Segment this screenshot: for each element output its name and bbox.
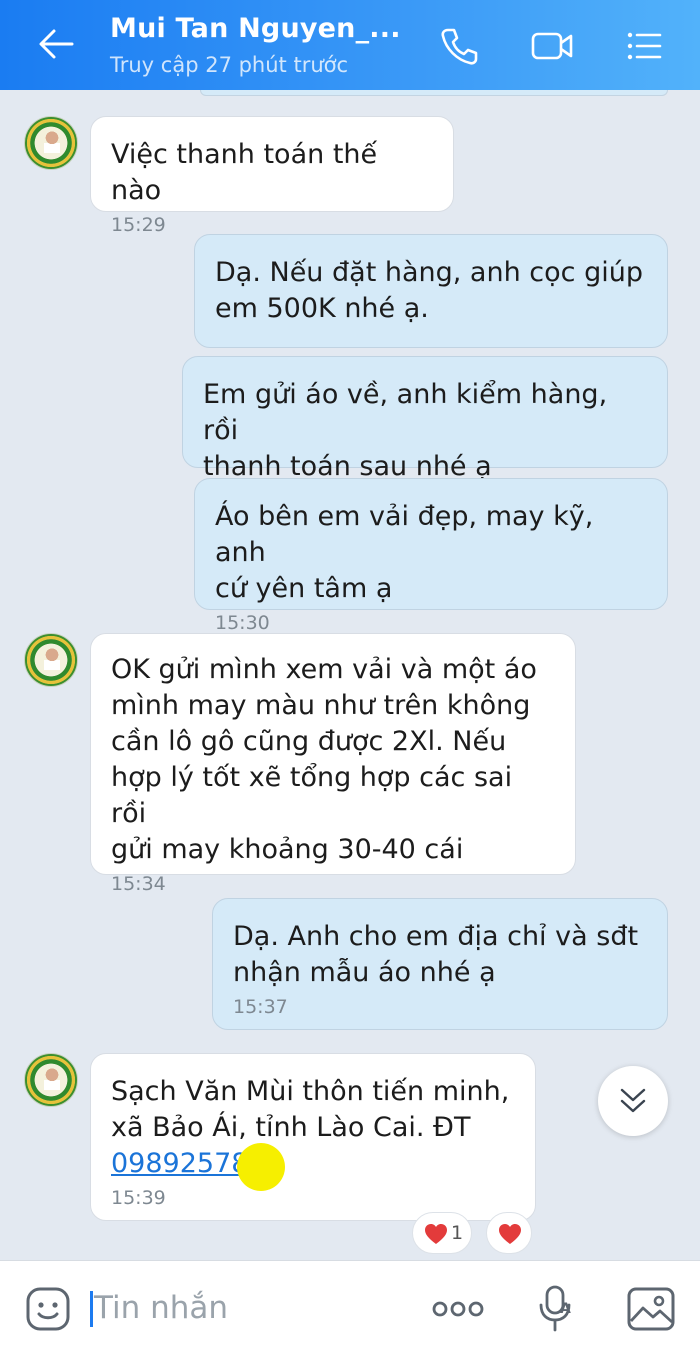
contact-avatar[interactable] (24, 116, 78, 170)
message-bubble-outgoing[interactable]: Em gửi áo về, anh kiểm hàng, rồi thanh t… (182, 356, 668, 482)
message-bubble-outgoing[interactable]: Dạ. Nếu đặt hàng, anh cọc giúp em 500K n… (194, 234, 668, 348)
message-text-line: Sạch Văn Mùi thôn tiến minh, (111, 1076, 510, 1107)
message-time: 15:34 (111, 873, 166, 895)
scroll-to-bottom-button[interactable] (598, 1066, 668, 1136)
message-text-line: Dạ. Anh cho em địa chỉ và sđt (233, 921, 639, 952)
list-menu-icon (627, 32, 662, 60)
video-call-button[interactable] (530, 24, 574, 68)
sticker-button[interactable] (24, 1285, 72, 1333)
contact-avatar[interactable] (24, 1053, 78, 1107)
menu-button[interactable] (622, 24, 666, 68)
message-input-bar: Tin nhắn A (0, 1260, 700, 1352)
heart-icon (425, 1224, 447, 1244)
message-text-line: OK gửi mình xem vải và một áo (111, 654, 537, 685)
message-text-line: Em gửi áo về, anh kiểm hàng, rồi (203, 379, 608, 446)
add-reaction-button[interactable] (486, 1212, 532, 1254)
voice-to-text-button[interactable]: A (536, 1283, 576, 1335)
microphone-icon: A (539, 1285, 571, 1332)
image-gallery-icon (627, 1287, 675, 1331)
message-text: Việc thanh toán thế nào (111, 139, 378, 206)
message-text-line: Dạ. Nếu đặt hàng, anh cọc giúp (215, 257, 643, 288)
message-text-line: Áo bên em vải đẹp, may kỹ, anh (215, 501, 594, 568)
phone-number-link[interactable]: 09892578 (111, 1148, 248, 1179)
reaction-count: 1 (451, 1222, 464, 1244)
back-button[interactable] (36, 24, 86, 64)
message-bubble-incoming[interactable]: Việc thanh toán thế nào 15:29 (90, 116, 454, 236)
message-text-line: nhận mẫu áo nhé ạ (233, 957, 496, 988)
smiley-icon (26, 1287, 70, 1331)
message-time: 15:37 (233, 996, 288, 1018)
video-camera-icon (531, 32, 573, 60)
message-time: 15:30 (215, 612, 270, 634)
message-text-line: mình may màu như trên không (111, 690, 531, 721)
more-options-button[interactable] (430, 1295, 486, 1323)
call-button[interactable] (437, 24, 481, 68)
message-text-line: xã Bảo Ái, tỉnh Lào Cai. ĐT (111, 1112, 471, 1143)
message-bubble-outgoing[interactable]: Áo bên em vải đẹp, may kỹ, anh cứ yên tâ… (194, 478, 668, 634)
message-bubble-incoming[interactable]: OK gửi mình xem vải và một áo mình may m… (90, 633, 576, 895)
message-input[interactable]: Tin nhắn (90, 1283, 390, 1333)
message-input-placeholder: Tin nhắn (94, 1290, 229, 1326)
reaction-badge[interactable]: 1 (412, 1212, 472, 1254)
message-time: 15:39 (111, 1187, 166, 1209)
message-text-line: gửi may khoảng 30-40 cái (111, 834, 464, 865)
more-dots-icon (432, 1301, 484, 1317)
contact-name[interactable]: Mui Tan Nguyen_... (110, 13, 401, 44)
message-text-line: hợp lý tốt xẽ tổng hợp các sai rồi (111, 762, 513, 829)
phone-icon (441, 28, 478, 65)
contact-avatar[interactable] (24, 633, 78, 687)
heart-icon (499, 1224, 521, 1244)
message-text-line: cứ yên tâm ạ (215, 573, 393, 604)
previous-message-edge (200, 90, 668, 96)
chat-header: Mui Tan Nguyen_... Truy cập 27 phút trướ… (0, 0, 700, 90)
message-text-line: cần lô gô cũng được 2Xl. Nếu (111, 726, 507, 757)
svg-text:A: A (560, 1301, 571, 1317)
highlight-marker (237, 1143, 285, 1191)
message-bubble-outgoing[interactable]: Dạ. Anh cho em địa chỉ và sđt nhận mẫu á… (212, 898, 668, 1030)
message-text-line: em 500K nhé ạ. (215, 293, 429, 324)
message-bubble-incoming[interactable]: Sạch Văn Mùi thôn tiến minh, xã Bảo Ái, … (90, 1053, 536, 1221)
double-chevron-down-icon (620, 1088, 646, 1113)
send-image-button[interactable] (626, 1285, 676, 1333)
arrow-left-icon (39, 29, 74, 59)
contact-status: Truy cập 27 phút trước (110, 53, 349, 77)
